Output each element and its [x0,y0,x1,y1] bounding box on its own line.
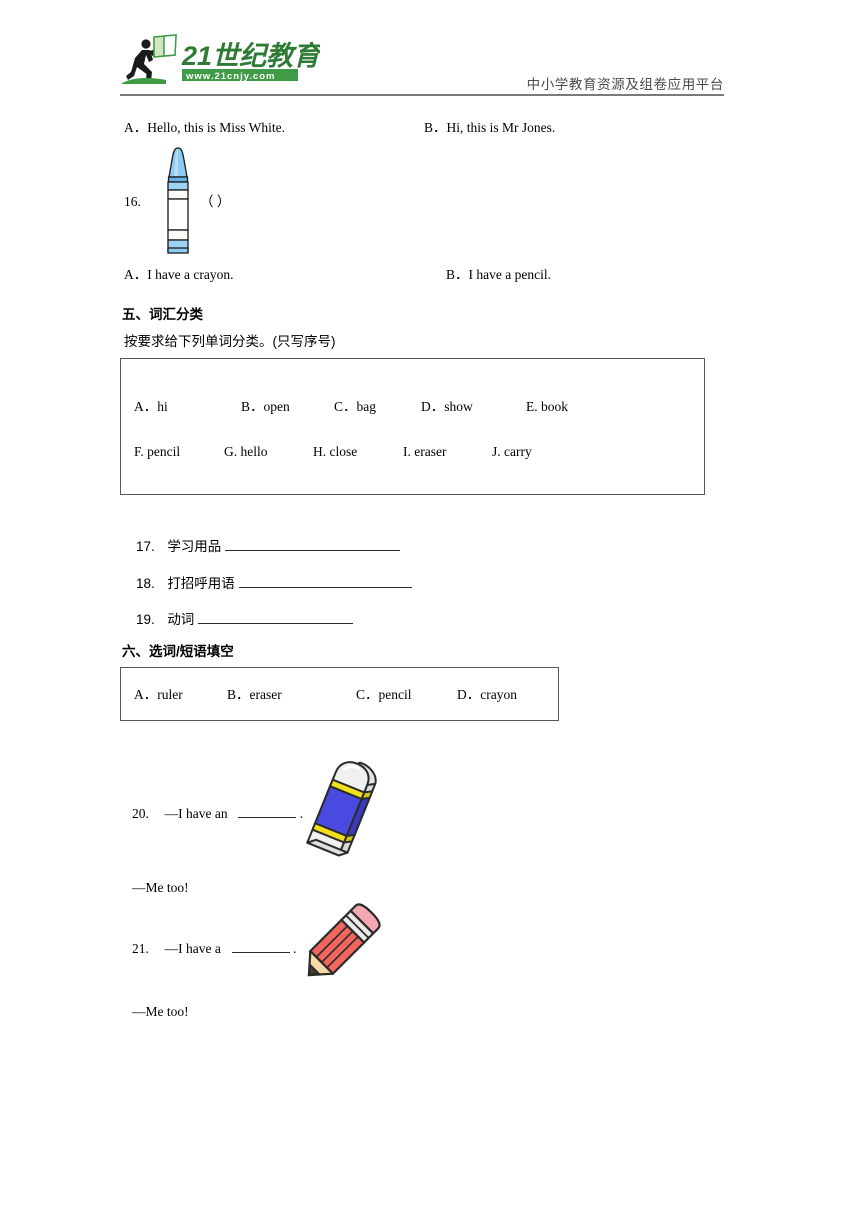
logo-url: www.21cnjy.com [185,71,276,82]
section-five-instruction: 按要求给下列单词分类。(只写序号) [124,334,336,349]
q19-number: 19. [136,611,155,627]
wordbank6-item-a: A．ruler [134,687,183,702]
wordbank6-item-b: B．eraser [227,687,282,702]
section-five-heading: 五、词汇分类 [122,307,203,322]
q17-number: 17. [136,538,155,554]
book-flag-icon [153,34,177,58]
section-six-wordbank: A．ruler B．eraser C．pencil D．crayon [120,667,559,721]
q21-number: 21. [132,940,149,956]
q21-row: 21. —I have a . [132,939,296,959]
q16-number: 16. [124,194,141,209]
section-six-heading: 六、选词/短语填空 [122,644,234,659]
q21-reply: —Me too! [132,1004,189,1019]
wordbank5-item-b: B．open [241,399,290,414]
q19-label: 动词 [167,611,195,627]
q18-label: 打招呼用语 [167,575,235,591]
wordbank5-item-i: I. eraser [403,444,447,459]
q21-prompt: —I have a [164,940,221,956]
crayon-illustration [158,145,198,260]
logo-wordmark: 21世纪教育 [181,41,320,71]
q16-option-a: A．I have a crayon. [124,267,234,282]
pencil-illustration [294,898,386,990]
wordbank5-item-c: C．bag [334,399,376,414]
wordbank5-item-a: A．hi [134,399,168,414]
page-header: 21世纪教育 www.21cnjy.com 中小学教育资源及组卷应用平台 [120,33,724,95]
q20-number: 20. [132,805,149,821]
q16-option-b: B．I have a pencil. [446,267,551,282]
header-tagline: 中小学教育资源及组卷应用平台 [526,77,724,92]
q15-option-b: B．Hi, this is Mr Jones. [424,120,556,135]
q16-answer-bracket[interactable]: （ ） [200,193,230,212]
q19-answer-blank[interactable] [198,610,354,624]
q20-row: 20. —I have an . [132,804,303,824]
site-logo: 21世纪教育 www.21cnjy.com [120,33,325,89]
q18-row: 18. 打招呼用语 [136,574,412,594]
wordbank5-item-d: D．show [421,399,473,414]
q15-option-a: A．Hello, this is Miss White. [124,120,286,135]
q17-row: 17. 学习用品 [136,537,401,557]
wordbank5-item-e: E. book [526,399,568,414]
section-five-wordbank: A．hi B．open C．bag D．show E. book F. penc… [120,358,705,495]
q21-answer-blank[interactable] [231,939,290,953]
wordbank5-item-h: H. close [313,444,358,459]
wordbank5-item-j: J. carry [492,444,532,459]
q18-number: 18. [136,575,155,591]
header-divider [120,94,724,96]
q20-prompt: —I have an [164,805,228,821]
wordbank6-item-c: C．pencil [356,687,412,702]
wordbank5-item-f: F. pencil [134,444,181,459]
eraser-illustration [288,756,388,868]
wordbank6-item-d: D．crayon [457,687,517,702]
q18-answer-blank[interactable] [238,574,412,588]
q20-reply: —Me too! [132,880,189,895]
q17-answer-blank[interactable] [225,537,401,551]
wordbank5-item-g: G. hello [224,444,268,459]
q17-label: 学习用品 [167,538,222,554]
q19-row: 19. 动词 [136,610,354,630]
